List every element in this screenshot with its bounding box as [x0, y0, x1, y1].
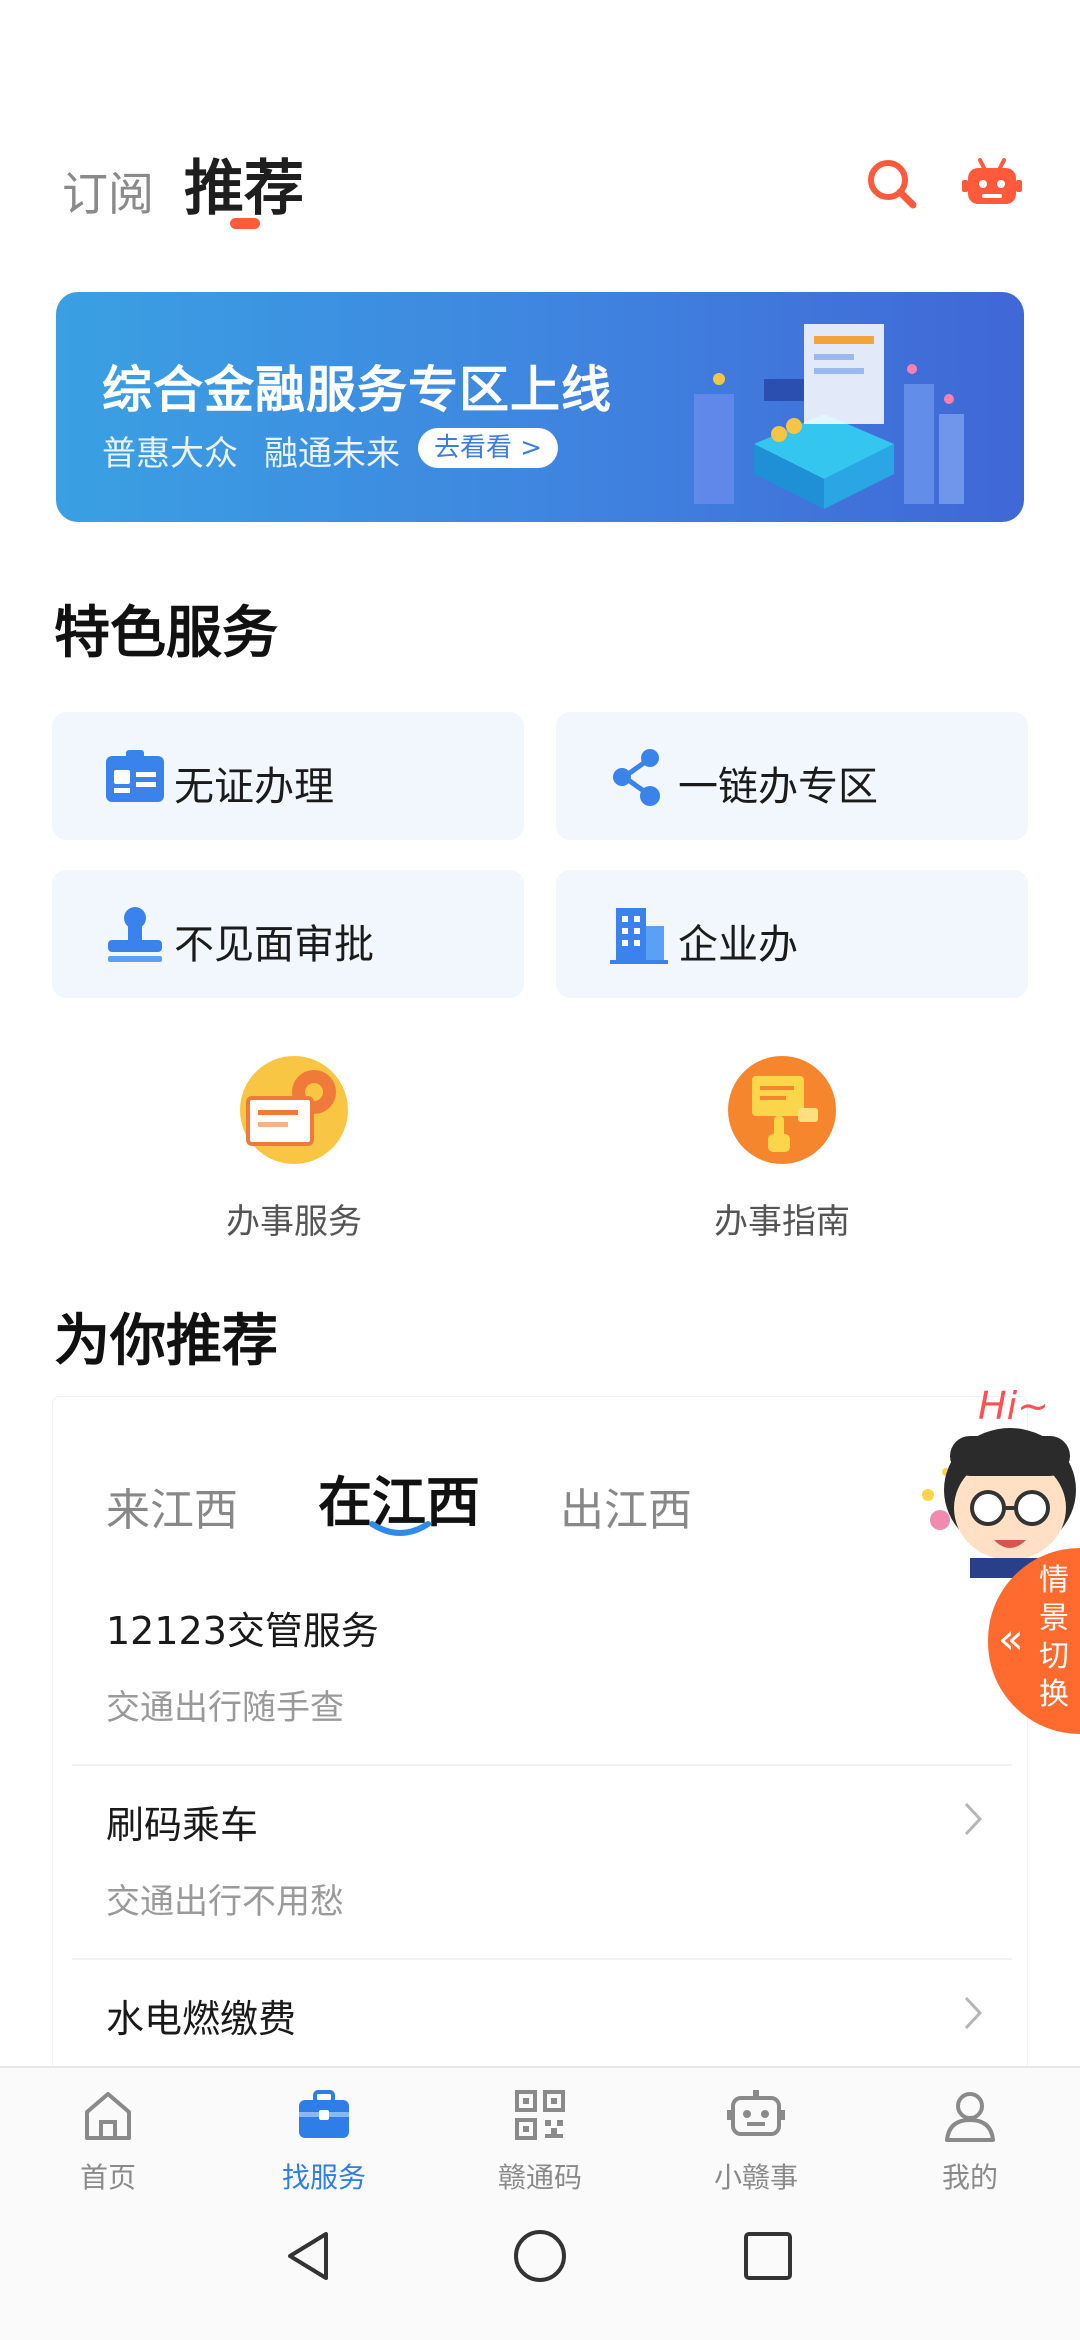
stamp-icon	[108, 907, 162, 962]
home-circle-icon[interactable]	[510, 2226, 570, 2286]
item-title: 刷码乘车	[106, 1803, 259, 1847]
service-guide[interactable]: 办事指南	[672, 1056, 892, 1243]
system-nav-bar	[0, 2190, 1080, 2340]
recents-icon[interactable]	[738, 2226, 798, 2286]
share-nodes-icon	[613, 749, 660, 806]
tab-recommend[interactable]: 推荐	[184, 140, 304, 227]
card-no-meet-approval[interactable]: 不见面审批	[52, 870, 524, 998]
nav-xiaogan[interactable]: 小赣事	[686, 2086, 826, 2196]
service-label: 办事服务	[226, 1202, 362, 1242]
top-tabs: 订阅 推荐	[62, 140, 1022, 240]
active-tab-underline	[369, 1521, 431, 1536]
back-icon[interactable]	[280, 2226, 340, 2286]
item-title: 水电燃缴费	[106, 1997, 297, 2041]
tab-subscribe[interactable]: 订阅	[62, 158, 154, 224]
finance-banner[interactable]: 综合金融服务专区上线 普惠大众 融通未来 去看看 >	[56, 292, 1024, 522]
item-subtitle: 交通出行随手查	[106, 1688, 344, 1728]
service-label: 办事指南	[714, 1202, 850, 1242]
card-label: 一链办专区	[678, 764, 878, 810]
nav-gantong-code[interactable]: 赣通码	[470, 2086, 610, 2196]
briefcase-icon	[299, 2090, 349, 2138]
chevron-right-icon	[964, 1802, 983, 1836]
building-icon	[610, 908, 668, 964]
bot-icon	[727, 2090, 785, 2136]
qr-code-icon	[515, 2090, 565, 2140]
recommend-section-title: 为你推荐	[54, 1309, 278, 1374]
banner-subtitle-1: 普惠大众	[102, 434, 238, 474]
item-subtitle: 交通出行不用愁	[106, 1882, 344, 1922]
nav-mine[interactable]: 我的	[900, 2086, 1040, 2196]
scene-switch-label: 情景切换	[1039, 1563, 1069, 1712]
active-tab-indicator	[230, 218, 260, 229]
tab-out-jiangxi[interactable]: 出江西	[560, 1474, 692, 1538]
double-chevron-left-icon: «	[998, 1614, 1024, 1663]
id-card-icon	[106, 750, 164, 802]
card-no-certificate[interactable]: 无证办理	[52, 712, 524, 840]
service-gear-icon	[240, 1056, 348, 1164]
card-label: 无证办理	[174, 764, 334, 810]
search-icon[interactable]	[864, 156, 920, 212]
list-item[interactable]: 12123交管服务 交通出行随手查	[72, 1574, 1012, 1768]
nav-find-service[interactable]: 找服务	[254, 2086, 394, 2196]
banner-go-button[interactable]: 去看看 >	[418, 428, 559, 468]
banner-subtitle-2: 融通未来	[264, 434, 400, 474]
tab-come-jiangxi[interactable]: 来江西	[106, 1474, 238, 1538]
guide-pointer-icon	[728, 1056, 836, 1164]
divider	[72, 1764, 1012, 1766]
item-title: 12123交管服务	[106, 1609, 379, 1653]
finance-illustration-icon	[694, 324, 964, 509]
bottom-nav: 首页 找服务 赣通码 小赣事 我的	[0, 2066, 1080, 2194]
list-item[interactable]: 水电燃缴费	[72, 1962, 1012, 2062]
card-one-chain[interactable]: 一链办专区	[556, 712, 1028, 840]
service-affairs[interactable]: 办事服务	[184, 1056, 404, 1243]
robot-icon[interactable]	[962, 156, 1022, 212]
chevron-right-icon	[964, 1996, 983, 2030]
user-icon	[945, 2092, 995, 2142]
card-enterprise[interactable]: 企业办	[556, 870, 1028, 998]
nav-home[interactable]: 首页	[38, 2086, 178, 2196]
home-icon	[85, 2092, 131, 2140]
featured-section-title: 特色服务	[54, 601, 278, 666]
card-label: 企业办	[678, 922, 798, 968]
divider	[72, 1958, 1012, 1960]
list-item[interactable]: 刷码乘车 交通出行不用愁	[72, 1768, 1012, 1962]
card-label: 不见面审批	[174, 922, 374, 968]
banner-title: 综合金融服务专区上线	[102, 361, 612, 419]
